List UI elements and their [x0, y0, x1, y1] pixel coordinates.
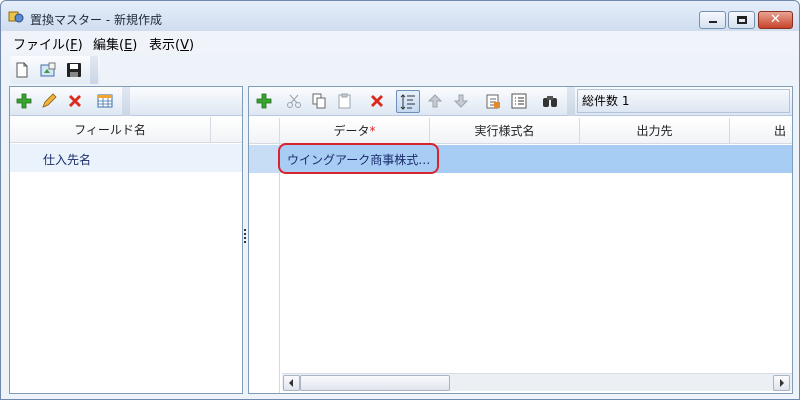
- field-toolbar-grip[interactable]: [122, 87, 130, 116]
- delete-icon[interactable]: [67, 93, 83, 109]
- row-header[interactable]: [249, 145, 279, 173]
- menu-view-suffix: ): [188, 38, 195, 53]
- down-arrow-icon[interactable]: [453, 93, 469, 109]
- menu-view-label: 表示(: [149, 38, 181, 53]
- col-header-style-name[interactable]: 実行様式名: [430, 118, 580, 144]
- sort-icon: [400, 94, 415, 110]
- menu-edit-suffix: ): [132, 38, 138, 53]
- menu-file-key: F: [70, 38, 78, 53]
- minimize-button[interactable]: [699, 11, 726, 29]
- sort-button[interactable]: [396, 90, 420, 113]
- highlight-annotation: [278, 143, 439, 174]
- up-arrow-icon[interactable]: [427, 93, 443, 109]
- list-icon[interactable]: [511, 93, 527, 109]
- delete-icon[interactable]: [369, 93, 385, 109]
- edit-pencil-icon[interactable]: [41, 93, 57, 109]
- add-icon[interactable]: [16, 93, 32, 109]
- col-header-data-label: データ: [333, 124, 370, 138]
- col-header-blank: [211, 117, 242, 143]
- required-marker: *: [369, 124, 376, 138]
- copy-icon[interactable]: [311, 93, 327, 109]
- new-document-icon[interactable]: [14, 62, 30, 78]
- col-header-output-2[interactable]: 出力: [730, 118, 792, 144]
- menu-edit-label: 編集(: [93, 38, 125, 53]
- col-header-output[interactable]: 出力先: [580, 118, 730, 144]
- scroll-right-button[interactable]: [773, 375, 790, 391]
- menu-file-suffix: ): [77, 38, 83, 53]
- menu-view[interactable]: 表示(V): [149, 34, 194, 53]
- minimize-icon: [709, 21, 717, 23]
- app-icon: [8, 11, 24, 23]
- col-header-data[interactable]: データ*: [280, 118, 430, 144]
- binoculars-icon[interactable]: [542, 93, 558, 109]
- menu-file-label: ファイル(: [13, 38, 71, 53]
- field-list-pane: フィールド名 仕入先名: [9, 86, 243, 394]
- add-icon[interactable]: [256, 93, 272, 109]
- menu-edit[interactable]: 編集(E): [93, 34, 137, 53]
- maximize-icon: [737, 16, 747, 24]
- window-title: 置換マスター - 新規作成: [30, 13, 162, 27]
- close-icon: ✕: [770, 12, 781, 27]
- title-bar[interactable]: 置換マスター - 新規作成 ✕: [1, 1, 799, 31]
- splitter-handle[interactable]: [244, 229, 247, 247]
- data-toolbar-grip[interactable]: [567, 87, 575, 116]
- table-icon[interactable]: [97, 93, 113, 109]
- export-icon[interactable]: [485, 93, 501, 109]
- scroll-right-icon: [780, 379, 784, 387]
- save-icon[interactable]: [66, 62, 82, 78]
- horizontal-scrollbar[interactable]: [282, 373, 792, 391]
- field-toolbar: [10, 87, 242, 116]
- field-name-cell[interactable]: 仕入先名: [43, 151, 91, 168]
- maximize-button[interactable]: [728, 11, 755, 29]
- scroll-thumb[interactable]: [300, 375, 450, 391]
- cut-icon[interactable]: [286, 93, 302, 109]
- scroll-left-button[interactable]: [283, 375, 300, 391]
- col-header-field-name[interactable]: フィールド名: [10, 117, 211, 143]
- toolbar-grip[interactable]: [90, 56, 98, 84]
- menu-bar: ファイル(F) 編集(E) 表示(V): [2, 31, 798, 53]
- scroll-left-icon: [289, 379, 293, 387]
- open-icon[interactable]: [40, 62, 56, 78]
- menu-view-key: V: [180, 38, 189, 53]
- main-toolbar: [10, 56, 100, 84]
- col-header-rownum: [249, 118, 280, 144]
- app-window: 置換マスター - 新規作成 ✕ ファイル(F) 編集(E) 表示(V) フィール…: [0, 0, 800, 400]
- close-button[interactable]: ✕: [758, 11, 793, 29]
- record-count: 総件数 1: [577, 89, 790, 113]
- paste-icon[interactable]: [337, 93, 353, 109]
- menu-file[interactable]: ファイル(F): [13, 34, 83, 53]
- row-header-column: [249, 143, 280, 393]
